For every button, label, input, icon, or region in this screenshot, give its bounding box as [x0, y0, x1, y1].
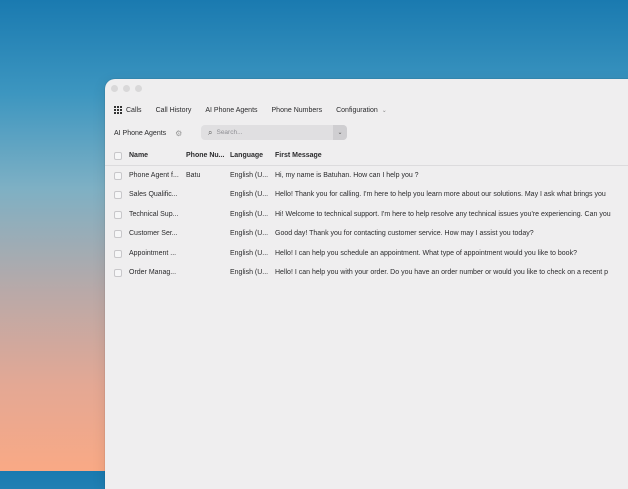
row-checkbox[interactable] — [114, 249, 122, 258]
app-window: Calls Call History AI Phone Agents Phone… — [105, 79, 628, 489]
cell-language: English (U... — [230, 268, 269, 276]
table-row[interactable]: Order Manag... English (U... Hello! I ca… — [105, 263, 628, 282]
cell-name: Phone Agent f... — [129, 172, 179, 179]
nav-call-history[interactable]: Call History — [156, 107, 192, 114]
cell-language: English (U... — [230, 191, 269, 199]
nav-ai-phone-agents-label: AI Phone Agents — [205, 106, 258, 114]
cell-language: English (U... — [230, 249, 269, 257]
search-input[interactable]: ⌕ Search... ⌄ — [201, 125, 347, 140]
window-titlebar — [105, 79, 628, 98]
row-checkbox[interactable] — [114, 230, 122, 239]
cell-language: English (U... — [230, 230, 269, 238]
row-checkbox[interactable] — [114, 172, 122, 180]
nav-configuration[interactable]: Configuration ⌄ — [336, 107, 387, 114]
cell-language: English (U... — [230, 210, 269, 218]
cell-name: Appointment ... — [129, 249, 177, 257]
search-icon: ⌕ — [208, 127, 213, 137]
nav-phone-numbers-label: Phone Numbers — [271, 106, 323, 114]
nav-ai-phone-agents[interactable]: AI Phone Agents — [205, 107, 257, 114]
nav-call-history-label: Call History — [155, 106, 192, 114]
column-header-phone[interactable]: Phone Nu... — [186, 148, 228, 164]
window-close-button[interactable] — [111, 85, 118, 92]
table-row[interactable]: Phone Agent f... Batu English (U... Hi, … — [105, 166, 628, 185]
chevron-down-icon: ⌄ — [381, 107, 387, 114]
cell-language: English (U... — [230, 172, 269, 179]
cell-first-message: Hello! I can help you with your order. D… — [275, 268, 609, 276]
cell-name: Customer Ser... — [129, 230, 178, 238]
cell-name: Sales Qualific... — [129, 191, 178, 199]
search-dropdown-button[interactable]: ⌄ — [333, 125, 347, 140]
cell-first-message: Hi! Welcome to technical support. I'm he… — [275, 210, 611, 218]
column-header-first-message[interactable]: First Message — [275, 148, 628, 164]
cell-first-message: Good day! Thank you for contacting custo… — [275, 230, 534, 238]
cell-first-message: Hello! Thank you for calling. I'm here t… — [275, 191, 606, 199]
select-all-checkbox[interactable] — [114, 152, 122, 160]
page-title: AI Phone Agents — [114, 129, 167, 137]
search-placeholder: Search... — [216, 129, 243, 136]
list-toolbar: AI Phone Agents ⚙ ⌕ Search... ⌄ — [105, 124, 628, 142]
cell-name: Order Manag... — [129, 268, 177, 276]
nav-calls-label: Calls — [126, 106, 142, 114]
table-row[interactable]: Customer Ser... English (U... Good day! … — [105, 224, 628, 243]
nav-calls[interactable]: Calls — [114, 106, 142, 114]
window-minimize-button[interactable] — [123, 85, 130, 92]
column-header-name[interactable]: Name — [129, 148, 185, 164]
apps-grid-icon — [114, 106, 122, 114]
cell-name: Technical Sup... — [129, 210, 179, 218]
table-row[interactable]: Sales Qualific... English (U... Hello! T… — [105, 185, 628, 204]
cell-phone: Batu — [186, 172, 201, 179]
table-row[interactable]: Technical Sup... English (U... Hi! Welco… — [105, 205, 628, 224]
row-checkbox[interactable] — [114, 210, 122, 219]
row-checkbox[interactable] — [114, 268, 122, 277]
gear-icon[interactable]: ⚙ — [175, 129, 182, 138]
table-row[interactable]: Appointment ... English (U... Hello! I c… — [105, 244, 628, 263]
table-header-row: Name Phone Nu... Language First Message — [105, 148, 628, 166]
cell-first-message: Hi, my name is Batuhan. How can I help y… — [275, 172, 419, 179]
cell-first-message: Hello! I can help you schedule an appoin… — [275, 249, 577, 257]
nav-configuration-label: Configuration — [336, 106, 378, 114]
row-checkbox[interactable] — [114, 191, 122, 200]
agents-table: Name Phone Nu... Language First Message … — [105, 148, 628, 282]
nav-phone-numbers[interactable]: Phone Numbers — [272, 107, 323, 114]
window-maximize-button[interactable] — [135, 85, 142, 92]
top-nav: Calls Call History AI Phone Agents Phone… — [105, 98, 628, 122]
column-header-language[interactable]: Language — [230, 148, 270, 164]
